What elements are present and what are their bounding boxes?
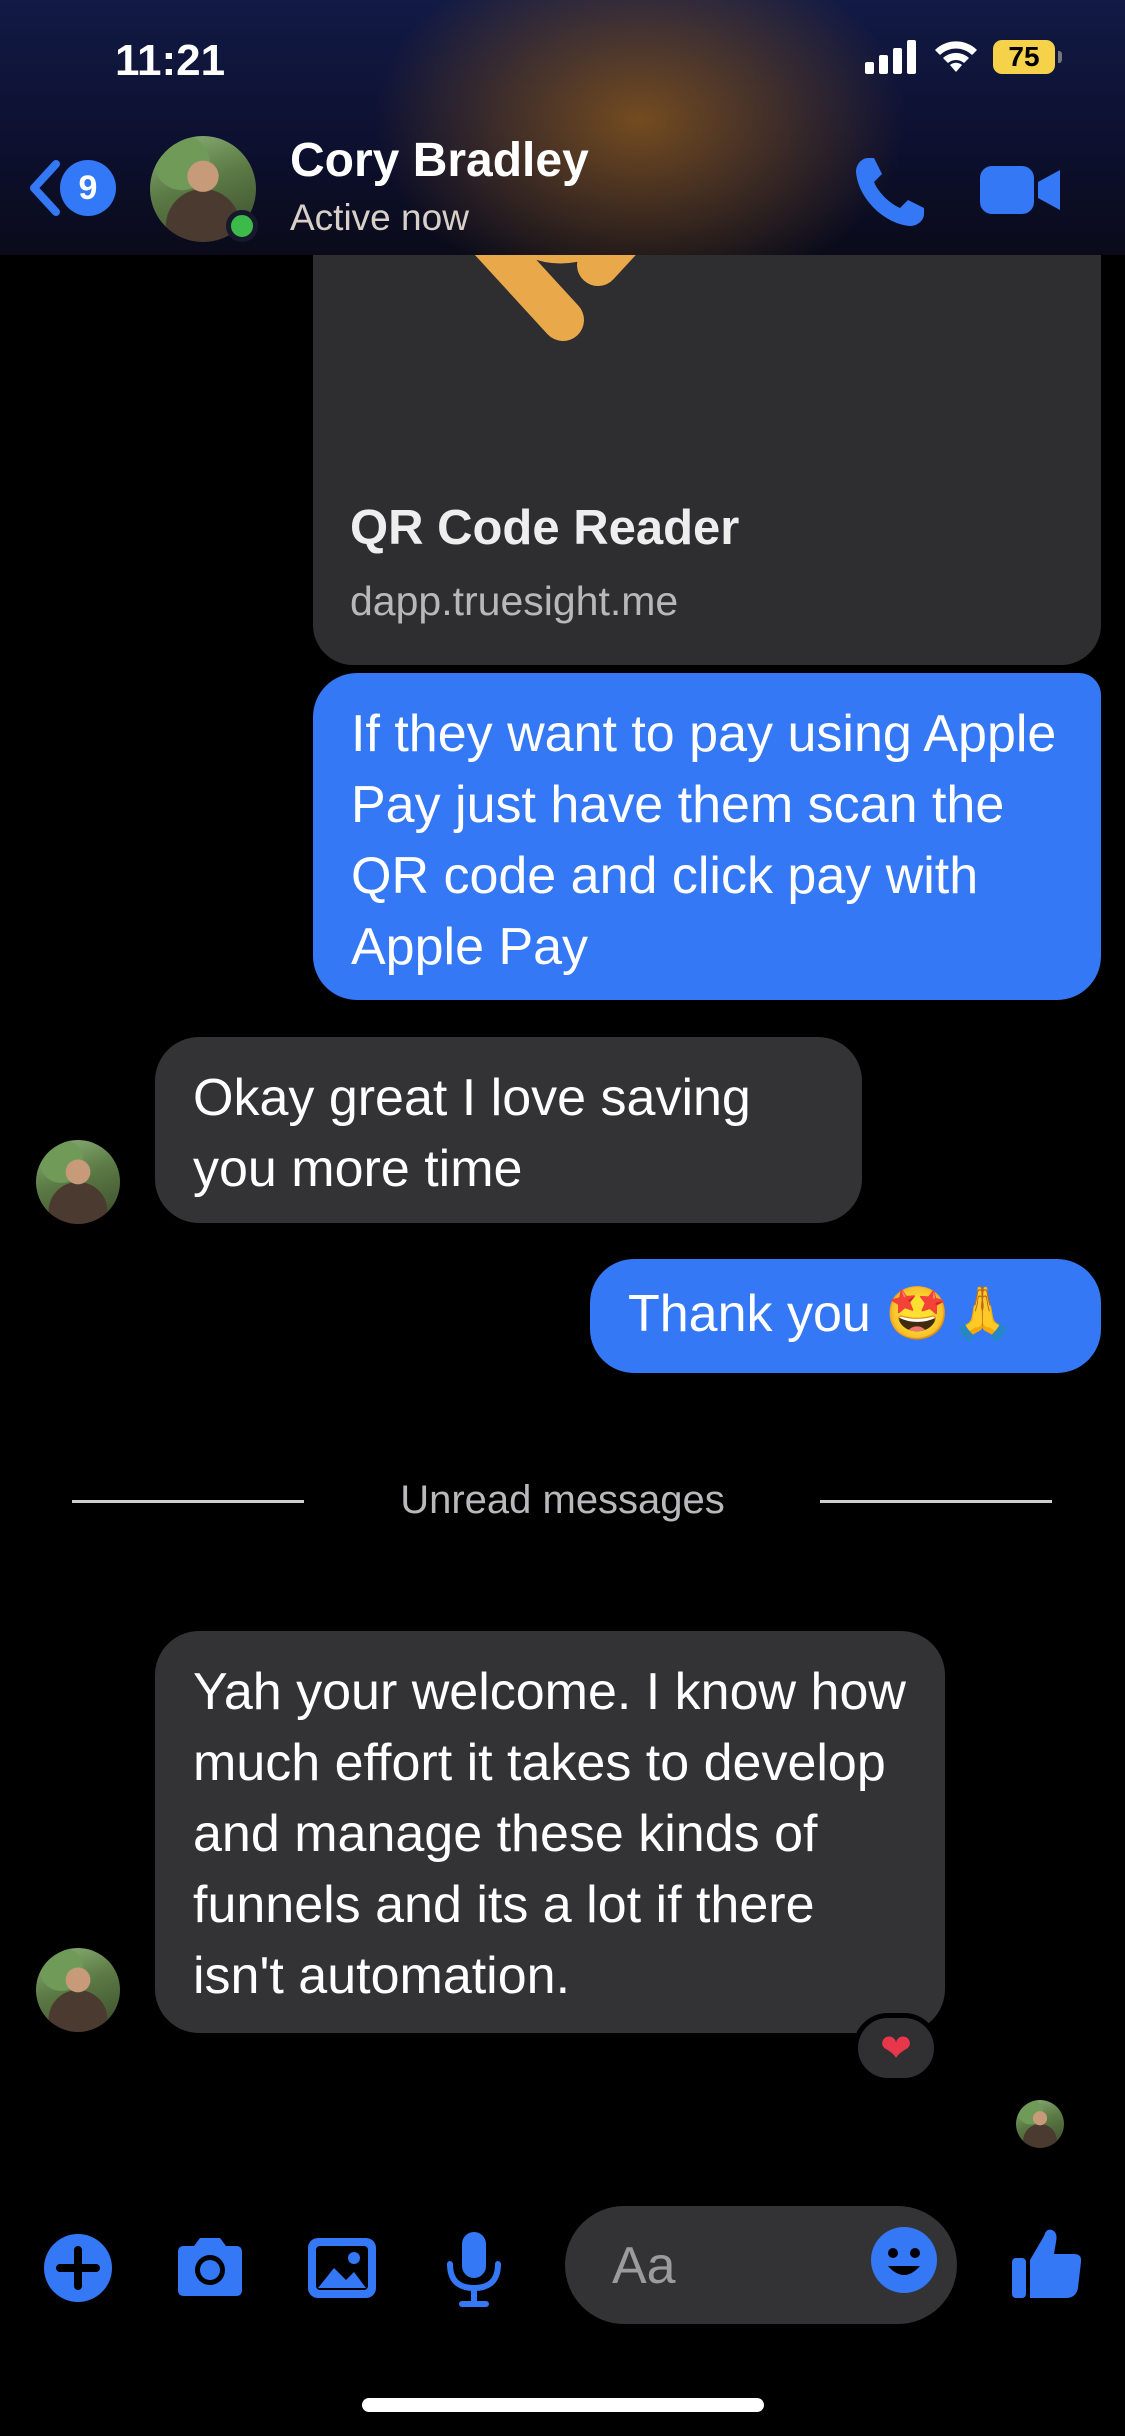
status-icons: 75 [865,40,1062,74]
sender-avatar [36,1948,120,2032]
emoji-icon [871,2227,937,2293]
emoji-button[interactable] [868,2224,940,2296]
camera-button[interactable] [170,2228,250,2308]
status-time: 11:21 [115,36,226,85]
signal-icon [865,40,916,74]
video-icon [980,166,1060,214]
read-receipt-avatar [1016,2100,1064,2148]
sender-avatar [36,1140,120,1224]
phone-icon [856,158,924,226]
link-preview-url: dapp.truesight.me [350,578,679,624]
camera-icon [178,2238,242,2296]
video-call-button[interactable] [978,158,1062,222]
divider-line-right [820,1500,1052,1503]
back-button[interactable]: 9 [22,150,132,226]
plus-icon [44,2234,112,2302]
message-input[interactable] [610,2233,864,2299]
voice-message-button[interactable] [434,2228,514,2308]
online-status-dot [226,210,258,242]
message-bubble-outgoing[interactable]: Thank you 🤩🙏 [590,1259,1101,1373]
link-preview-title: QR Code Reader [350,501,740,555]
gallery-icon [308,2238,376,2298]
heart-reaction[interactable]: ❤ [853,2013,939,2083]
contact-name[interactable]: Cory Bradley [290,133,589,188]
battery-indicator: 75 [993,40,1062,74]
more-actions-button[interactable] [38,2228,118,2308]
unread-count-badge: 9 [60,160,116,216]
like-button[interactable] [1008,2224,1086,2302]
home-indicator [362,2398,764,2412]
message-bubble-incoming[interactable]: Okay great I love saving you more time [155,1037,862,1223]
audio-call-button[interactable] [850,152,930,232]
thumbs-up-icon [1012,2229,1082,2298]
message-bubble-incoming[interactable]: Yah your welcome. I know how much effort… [155,1631,945,2033]
message-bubble-outgoing[interactable]: If they want to pay using Apple Pay just… [313,673,1101,1000]
microphone-icon [447,2232,501,2307]
contact-status: Active now [290,197,469,238]
heart-icon: ❤ [880,2027,912,2070]
gallery-button[interactable] [302,2228,382,2308]
wifi-icon [935,41,977,72]
